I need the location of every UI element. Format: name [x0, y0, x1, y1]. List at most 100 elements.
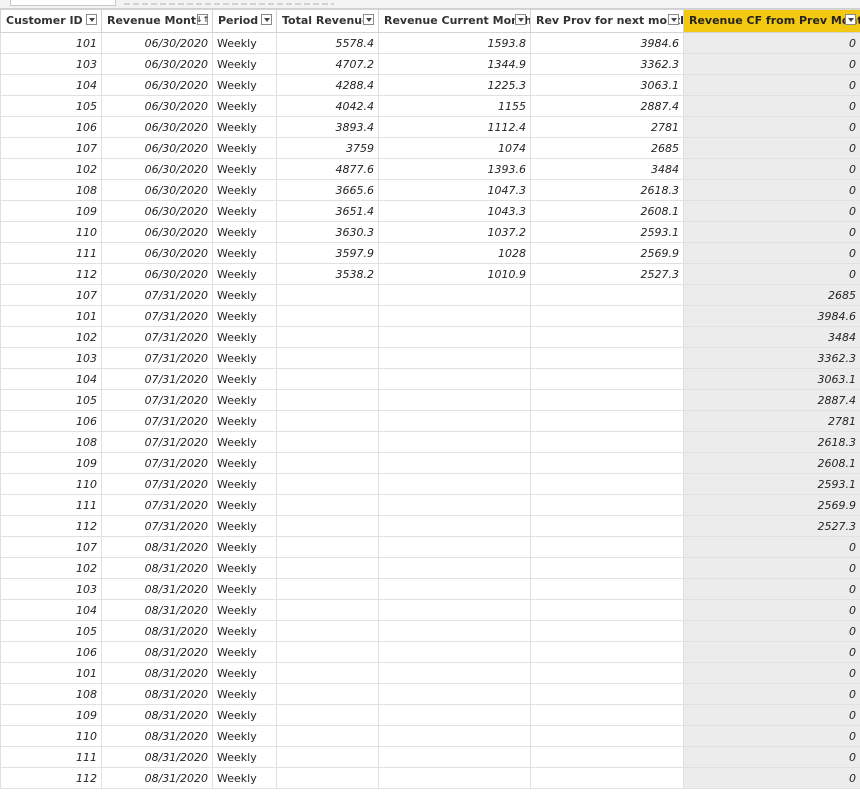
cell-total-revenue[interactable]: 3893.4	[277, 117, 379, 138]
cell-revenue-current-month[interactable]	[379, 726, 531, 747]
cell-period[interactable]: Weekly	[213, 264, 277, 285]
cell-customer-id[interactable]: 104	[1, 600, 102, 621]
cell-rev-prov-next-month[interactable]	[531, 726, 684, 747]
cell-rev-prov-next-month[interactable]	[531, 411, 684, 432]
cell-total-revenue[interactable]: 3597.9	[277, 243, 379, 264]
sort-ascending-icon[interactable]: ↓↑	[197, 14, 208, 25]
cell-revenue-current-month[interactable]	[379, 411, 531, 432]
cell-customer-id[interactable]: 104	[1, 369, 102, 390]
cell-revenue-month[interactable]: 08/31/2020	[102, 579, 213, 600]
cell-revenue-month[interactable]: 08/31/2020	[102, 768, 213, 789]
cell-revenue-cf-prev-month[interactable]: 0	[684, 621, 860, 642]
cell-revenue-month[interactable]: 06/30/2020	[102, 138, 213, 159]
cell-revenue-cf-prev-month[interactable]: 0	[684, 117, 860, 138]
cell-revenue-cf-prev-month[interactable]: 2618.3	[684, 432, 860, 453]
cell-customer-id[interactable]: 109	[1, 453, 102, 474]
cell-total-revenue[interactable]: 3759	[277, 138, 379, 159]
cell-customer-id[interactable]: 103	[1, 579, 102, 600]
chevron-down-icon[interactable]	[668, 14, 679, 25]
cell-revenue-month[interactable]: 06/30/2020	[102, 75, 213, 96]
cell-rev-prov-next-month[interactable]	[531, 537, 684, 558]
cell-rev-prov-next-month[interactable]	[531, 369, 684, 390]
cell-total-revenue[interactable]	[277, 663, 379, 684]
cell-rev-prov-next-month[interactable]	[531, 516, 684, 537]
cell-total-revenue[interactable]	[277, 684, 379, 705]
cell-revenue-month[interactable]: 06/30/2020	[102, 222, 213, 243]
cell-period[interactable]: Weekly	[213, 369, 277, 390]
cell-rev-prov-next-month[interactable]	[531, 558, 684, 579]
cell-total-revenue[interactable]	[277, 432, 379, 453]
cell-revenue-cf-prev-month[interactable]: 0	[684, 201, 860, 222]
cell-customer-id[interactable]: 106	[1, 642, 102, 663]
cell-rev-prov-next-month[interactable]	[531, 495, 684, 516]
cell-revenue-cf-prev-month[interactable]: 0	[684, 579, 860, 600]
cell-period[interactable]: Weekly	[213, 432, 277, 453]
cell-revenue-cf-prev-month[interactable]: 0	[684, 642, 860, 663]
cell-revenue-current-month[interactable]	[379, 495, 531, 516]
cell-total-revenue[interactable]	[277, 411, 379, 432]
cell-total-revenue[interactable]	[277, 726, 379, 747]
cell-revenue-current-month[interactable]	[379, 306, 531, 327]
cell-revenue-month[interactable]: 08/31/2020	[102, 537, 213, 558]
cell-customer-id[interactable]: 106	[1, 411, 102, 432]
cell-customer-id[interactable]: 111	[1, 243, 102, 264]
cell-total-revenue[interactable]	[277, 516, 379, 537]
cell-period[interactable]: Weekly	[213, 684, 277, 705]
cell-total-revenue[interactable]: 5578.4	[277, 33, 379, 54]
cell-revenue-current-month[interactable]	[379, 621, 531, 642]
cell-revenue-cf-prev-month[interactable]: 0	[684, 558, 860, 579]
cell-revenue-month[interactable]: 07/31/2020	[102, 495, 213, 516]
cell-rev-prov-next-month[interactable]	[531, 705, 684, 726]
cell-customer-id[interactable]: 107	[1, 537, 102, 558]
cell-rev-prov-next-month[interactable]	[531, 285, 684, 306]
cell-revenue-current-month[interactable]	[379, 747, 531, 768]
cell-total-revenue[interactable]	[277, 579, 379, 600]
cell-customer-id[interactable]: 111	[1, 495, 102, 516]
cell-revenue-current-month[interactable]: 1225.3	[379, 75, 531, 96]
cell-revenue-current-month[interactable]	[379, 537, 531, 558]
cell-rev-prov-next-month[interactable]: 2887.4	[531, 96, 684, 117]
cell-rev-prov-next-month[interactable]	[531, 642, 684, 663]
cell-customer-id[interactable]: 109	[1, 201, 102, 222]
cell-period[interactable]: Weekly	[213, 579, 277, 600]
cell-rev-prov-next-month[interactable]	[531, 390, 684, 411]
cell-customer-id[interactable]: 101	[1, 33, 102, 54]
cell-revenue-month[interactable]: 07/31/2020	[102, 306, 213, 327]
cell-customer-id[interactable]: 105	[1, 390, 102, 411]
cell-period[interactable]: Weekly	[213, 642, 277, 663]
cell-total-revenue[interactable]: 4288.4	[277, 75, 379, 96]
cell-revenue-current-month[interactable]	[379, 516, 531, 537]
chevron-down-icon[interactable]	[363, 14, 374, 25]
cell-total-revenue[interactable]	[277, 327, 379, 348]
cell-total-revenue[interactable]	[277, 369, 379, 390]
cell-revenue-current-month[interactable]: 1010.9	[379, 264, 531, 285]
cell-revenue-cf-prev-month[interactable]: 0	[684, 54, 860, 75]
cell-period[interactable]: Weekly	[213, 285, 277, 306]
cell-rev-prov-next-month[interactable]	[531, 432, 684, 453]
cell-revenue-month[interactable]: 07/31/2020	[102, 474, 213, 495]
cell-rev-prov-next-month[interactable]: 2569.9	[531, 243, 684, 264]
cell-period[interactable]: Weekly	[213, 138, 277, 159]
cell-revenue-current-month[interactable]	[379, 432, 531, 453]
cell-period[interactable]: Weekly	[213, 537, 277, 558]
cell-rev-prov-next-month[interactable]	[531, 684, 684, 705]
cell-customer-id[interactable]: 102	[1, 558, 102, 579]
cell-rev-prov-next-month[interactable]	[531, 747, 684, 768]
cell-customer-id[interactable]: 112	[1, 264, 102, 285]
cell-period[interactable]: Weekly	[213, 516, 277, 537]
cell-revenue-month[interactable]: 08/31/2020	[102, 705, 213, 726]
column-header-rev-prov-next-month[interactable]: Rev Prov for next month	[531, 10, 684, 33]
cell-revenue-cf-prev-month[interactable]: 2527.3	[684, 516, 860, 537]
cell-rev-prov-next-month[interactable]	[531, 348, 684, 369]
cell-total-revenue[interactable]	[277, 495, 379, 516]
cell-period[interactable]: Weekly	[213, 33, 277, 54]
cell-revenue-cf-prev-month[interactable]: 0	[684, 768, 860, 789]
cell-revenue-cf-prev-month[interactable]: 0	[684, 243, 860, 264]
cell-period[interactable]: Weekly	[213, 54, 277, 75]
cell-total-revenue[interactable]	[277, 453, 379, 474]
cell-revenue-month[interactable]: 08/31/2020	[102, 621, 213, 642]
name-box[interactable]	[10, 0, 116, 6]
cell-revenue-current-month[interactable]	[379, 705, 531, 726]
cell-revenue-month[interactable]: 07/31/2020	[102, 285, 213, 306]
cell-customer-id[interactable]: 110	[1, 222, 102, 243]
